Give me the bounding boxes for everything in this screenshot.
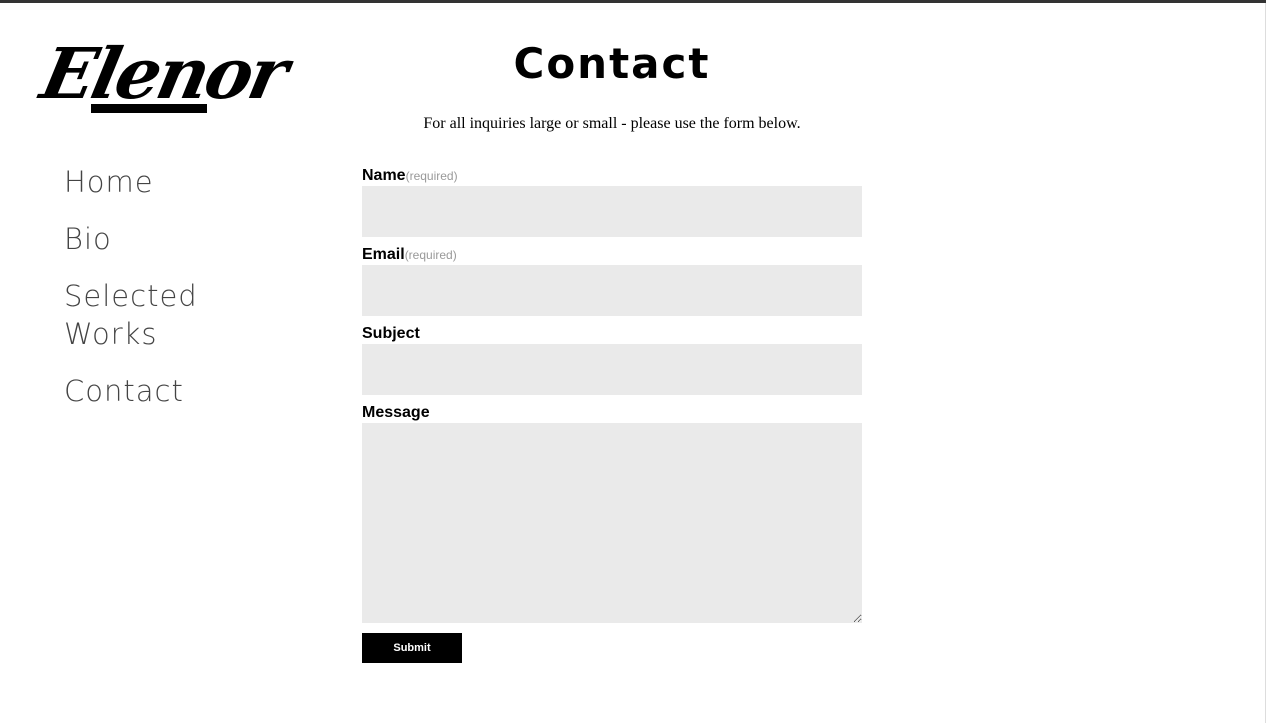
email-required-note: (required): [404, 248, 457, 262]
message-label: Message: [362, 403, 862, 423]
name-required-note: (required): [405, 169, 458, 183]
nav-item-home[interactable]: Home: [64, 163, 264, 201]
site-logo[interactable]: Elenor: [30, 32, 293, 122]
email-label: Email(required): [362, 245, 862, 265]
page-title: Contact: [513, 39, 711, 88]
message-field[interactable]: [362, 423, 862, 623]
nav-item-contact[interactable]: Contact: [64, 372, 264, 410]
subject-label: Subject: [362, 324, 862, 344]
contact-form: Name(required) Email(required) Subject M…: [362, 166, 862, 663]
submit-button[interactable]: Submit: [362, 633, 462, 663]
email-label-text: Email: [362, 246, 405, 263]
name-field[interactable]: [362, 186, 862, 237]
subject-field[interactable]: [362, 344, 862, 395]
name-label-text: Name: [362, 167, 406, 184]
message-label-text: Message: [362, 404, 430, 421]
main-nav: Home Bio Selected Works Contact: [64, 163, 264, 429]
subject-label-text: Subject: [362, 325, 420, 342]
nav-item-bio[interactable]: Bio: [64, 220, 264, 258]
nav-item-selected-works[interactable]: Selected Works: [64, 277, 197, 353]
name-label: Name(required): [362, 166, 862, 186]
intro-text: For all inquiries large or small - pleas…: [423, 115, 801, 132]
logo-underline: [91, 104, 207, 113]
top-border: [0, 0, 1266, 3]
email-field[interactable]: [362, 265, 862, 316]
